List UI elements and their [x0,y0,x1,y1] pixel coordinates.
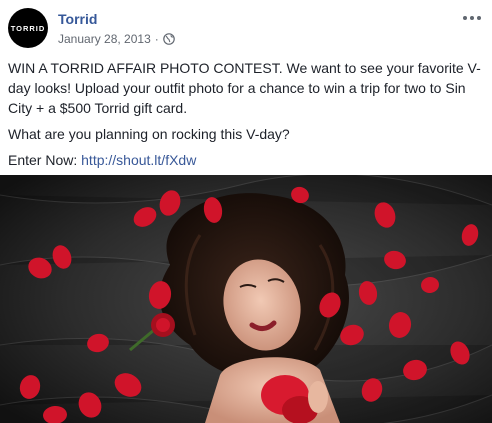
post-paragraph: What are you planning on rocking this V-… [8,126,290,142]
post-photo[interactable] [0,175,492,423]
meta-separator: · [154,32,159,46]
globe-icon[interactable] [162,33,175,45]
post-date-link[interactable]: January 28, 2013 [58,32,151,46]
page-name-link[interactable]: Torrid [58,11,97,27]
enter-now-line: Enter Now: http://shout.lt/fXdw [8,150,484,170]
facebook-post: TORRID Torrid January 28, 2013 · WIN A T… [0,0,492,423]
avatar-logo-text: TORRID [10,23,46,33]
photo-image [0,175,492,423]
post-text: WIN A TORRID AFFAIR PHOTO CONTEST. We wa… [8,58,484,176]
post-header: TORRID Torrid January 28, 2013 · [8,8,488,52]
more-options-icon[interactable] [460,10,484,26]
page-avatar[interactable]: TORRID [8,8,48,48]
enter-now-label: Enter Now: [8,152,82,168]
contest-link[interactable]: http://shout.lt/fXdw [81,152,196,168]
post-meta: January 28, 2013 · [58,32,175,46]
post-paragraph: WIN A TORRID AFFAIR PHOTO CONTEST. We wa… [8,60,481,116]
